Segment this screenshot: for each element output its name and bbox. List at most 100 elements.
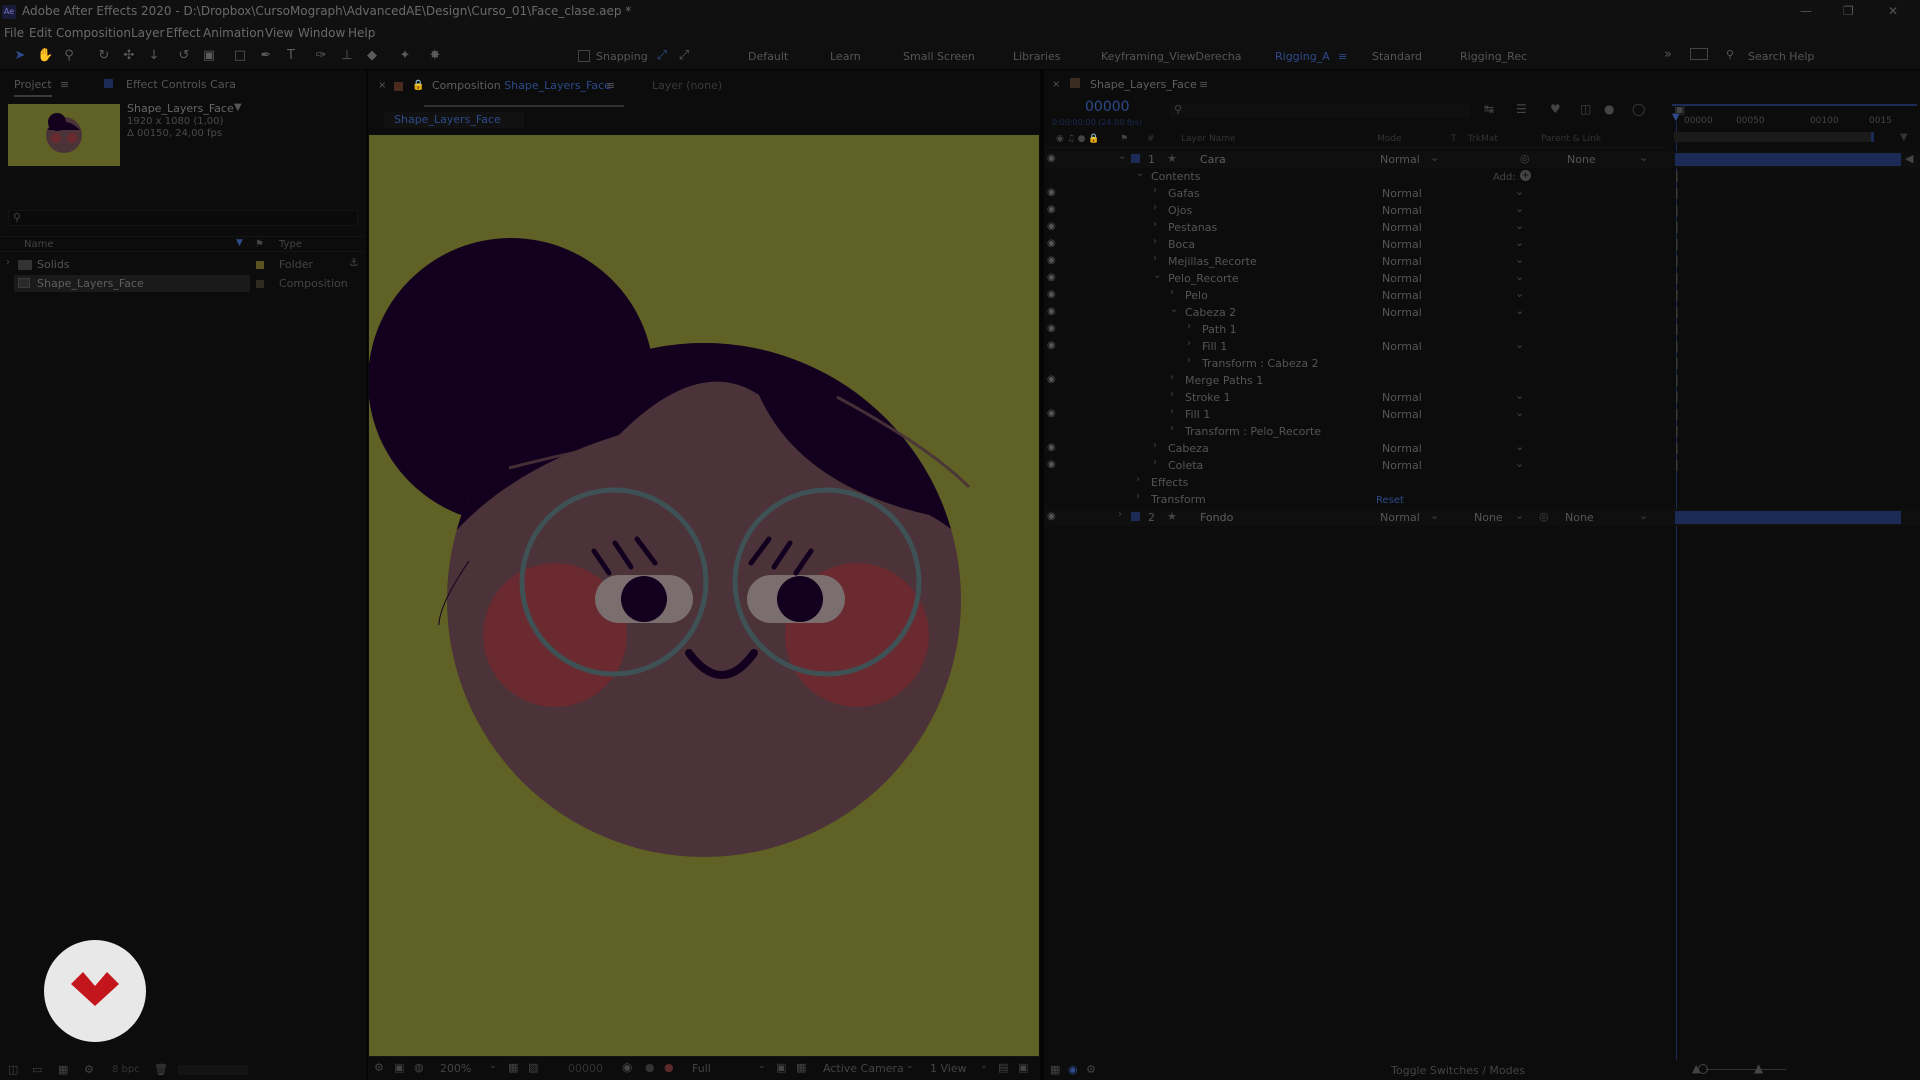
property-mode-select[interactable]: Normal — [1382, 289, 1422, 302]
menu-animation[interactable]: Animation — [203, 26, 264, 40]
lock-icon[interactable]: 🔒 — [412, 80, 424, 91]
mode-caret-icon[interactable]: ⌄ — [1515, 219, 1524, 232]
layer-mode-select[interactable]: Normal — [1380, 153, 1420, 166]
add-content-icon[interactable]: + — [1520, 170, 1531, 181]
type-tool-icon[interactable]: T — [283, 48, 299, 64]
list-item[interactable]: › Solids Folder ⚓ — [0, 256, 366, 274]
reset-exposure-icon[interactable]: ▣ — [1018, 1061, 1028, 1074]
menu-edit[interactable]: Edit — [29, 26, 52, 40]
minimize-icon[interactable]: — — [1800, 4, 1812, 18]
keyframe-marker[interactable] — [1676, 375, 1678, 386]
expand-chevron-icon[interactable]: › — [1187, 321, 1191, 332]
visibility-eye-icon[interactable]: ◉ — [1047, 306, 1061, 317]
property-row[interactable]: › Transform : Pelo_Recorte — [1045, 423, 1920, 440]
property-row[interactable]: ◉ › Fill 1 Normal ⌄ — [1045, 406, 1920, 423]
keyframe-marker[interactable] — [1676, 341, 1678, 352]
label-color-swatch[interactable] — [256, 280, 264, 288]
property-row[interactable]: › Effects — [1045, 474, 1920, 491]
menu-layer[interactable]: Layer — [131, 26, 164, 40]
property-label[interactable]: Ojos — [1168, 204, 1192, 217]
property-label[interactable]: Fill 1 — [1202, 340, 1227, 353]
pickwhip-icon[interactable]: ◎ — [1520, 152, 1530, 165]
snap-edges-icon[interactable]: ⤢ — [654, 48, 670, 64]
current-timecode[interactable]: 00000 — [1085, 99, 1130, 115]
eraser-tool-icon[interactable]: ◆ — [364, 48, 380, 64]
views-select[interactable]: 1 View — [930, 1062, 967, 1075]
render-time-icon[interactable]: ⚙ — [1086, 1063, 1096, 1076]
property-mode-select[interactable]: Normal — [1382, 255, 1422, 268]
property-row[interactable]: ◉ › Ojos Normal ⌄ — [1045, 202, 1920, 219]
project-search-input[interactable]: ⚲ — [8, 210, 358, 226]
property-label[interactable]: Effects — [1151, 476, 1188, 489]
workspace-keyframing-viewderecha[interactable]: Keyframing_ViewDerecha — [1101, 50, 1241, 63]
tab-project-menu-icon[interactable]: ≡ — [60, 78, 69, 91]
mode-caret-icon[interactable]: ⌄ — [1515, 457, 1524, 470]
transfer-controls-icon[interactable]: ◉ — [1068, 1063, 1078, 1076]
visibility-eye-icon[interactable]: ◉ — [1047, 511, 1061, 522]
workspace-libraries[interactable]: Libraries — [1013, 50, 1061, 63]
property-row[interactable]: ◉ › Cabeza Normal ⌄ — [1045, 440, 1920, 457]
comp-dropdown-icon[interactable]: ▼ — [234, 102, 242, 113]
layer-label-color[interactable] — [1131, 154, 1140, 163]
list-item-selected[interactable]: Shape_Layers_Face — [14, 275, 250, 292]
transparency-grid-icon[interactable]: ▦ — [796, 1061, 806, 1074]
visibility-eye-icon[interactable]: ◉ — [1047, 442, 1061, 453]
mode-caret-icon[interactable]: ⌄ — [1515, 287, 1524, 300]
visibility-eye-icon[interactable]: ◉ — [1047, 255, 1061, 266]
toggle-pixel-icon[interactable]: ▤ — [998, 1061, 1008, 1074]
property-label[interactable]: Boca — [1168, 238, 1195, 251]
property-mode-select[interactable]: Normal — [1382, 459, 1422, 472]
keyframe-marker[interactable] — [1676, 324, 1678, 335]
expand-chevron-icon[interactable]: › — [1153, 440, 1157, 451]
property-label[interactable]: Path 1 — [1202, 323, 1237, 336]
expand-chevron-icon[interactable]: › — [1187, 355, 1191, 366]
visibility-eye-icon[interactable]: ◉ — [1047, 187, 1061, 198]
property-label[interactable]: Transform : Pelo_Recorte — [1185, 425, 1321, 438]
menu-help[interactable]: Help — [348, 26, 375, 40]
search-icon[interactable]: ⚲ — [1726, 48, 1734, 61]
workspace-default[interactable]: Default — [748, 50, 788, 63]
column-layer-name[interactable]: Layer Name — [1181, 134, 1236, 144]
close-tab-icon[interactable]: × — [378, 80, 386, 91]
collapse-chevron-icon[interactable]: ⌄ — [1136, 168, 1144, 179]
property-row[interactable]: ◉ › Fill 1 Normal ⌄ — [1045, 338, 1920, 355]
mode-caret-icon[interactable]: ⌄ — [1515, 185, 1524, 198]
visibility-eye-icon[interactable]: ◉ — [1047, 340, 1061, 351]
layer-name[interactable]: Cara — [1200, 153, 1226, 166]
timeline-search-input[interactable]: ⚲ — [1170, 103, 1470, 118]
property-label[interactable]: Coleta — [1168, 459, 1203, 472]
menu-effect[interactable]: Effect — [166, 26, 201, 40]
close-icon[interactable]: ✕ — [1888, 4, 1898, 18]
views-caret-icon[interactable]: ⌄ — [980, 1061, 988, 1071]
tab-menu-icon[interactable]: ≡ — [1199, 78, 1208, 91]
trash-icon[interactable]: 🗑 — [154, 1063, 168, 1076]
property-label[interactable]: Fill 1 — [1185, 408, 1210, 421]
dolly-camera-icon[interactable]: ↓ — [146, 48, 162, 64]
resolution-caret-icon[interactable]: ⌄ — [758, 1061, 766, 1071]
mask-icon[interactable]: ▧ — [528, 1061, 538, 1074]
expand-chevron-icon[interactable]: › — [1170, 372, 1174, 383]
work-area-range[interactable] — [1674, 132, 1874, 142]
collapse-chevron-icon[interactable]: ⌄ — [1170, 304, 1178, 315]
mode-caret-icon[interactable]: ⌄ — [1515, 270, 1524, 283]
graph-editor-icon[interactable]: ◯ — [1632, 102, 1645, 116]
layer-duration-bar[interactable] — [1675, 153, 1901, 166]
goggles-icon[interactable]: ◍ — [414, 1061, 424, 1074]
expand-chevron-icon[interactable]: › — [1153, 457, 1157, 468]
workspace-learn[interactable]: Learn — [830, 50, 861, 63]
workspace-rigging-a[interactable]: Rigging_A — [1275, 50, 1330, 63]
flowchart-icon[interactable]: ⚓ — [349, 256, 359, 269]
trkmat-select[interactable]: None — [1474, 511, 1503, 524]
new-composition-icon[interactable]: ▦ — [58, 1063, 68, 1076]
mode-caret-icon[interactable]: ⌄ — [1515, 253, 1524, 266]
expand-chevron-icon[interactable]: › — [1153, 253, 1157, 264]
property-row[interactable]: ◉ › Coleta Normal ⌄ — [1045, 457, 1920, 474]
tab-effect-controls[interactable]: Effect Controls Cara — [126, 78, 236, 91]
property-label[interactable]: Cabeza — [1168, 442, 1209, 455]
close-tab-icon[interactable]: × — [1052, 79, 1060, 90]
interpret-footage-icon[interactable]: ◫ — [8, 1063, 18, 1076]
keyframe-marker[interactable] — [1676, 358, 1678, 369]
visibility-eye-icon[interactable]: ◉ — [1047, 221, 1061, 232]
grid-icon[interactable]: ▦ — [508, 1061, 518, 1074]
parent-select[interactable]: None — [1567, 153, 1596, 166]
